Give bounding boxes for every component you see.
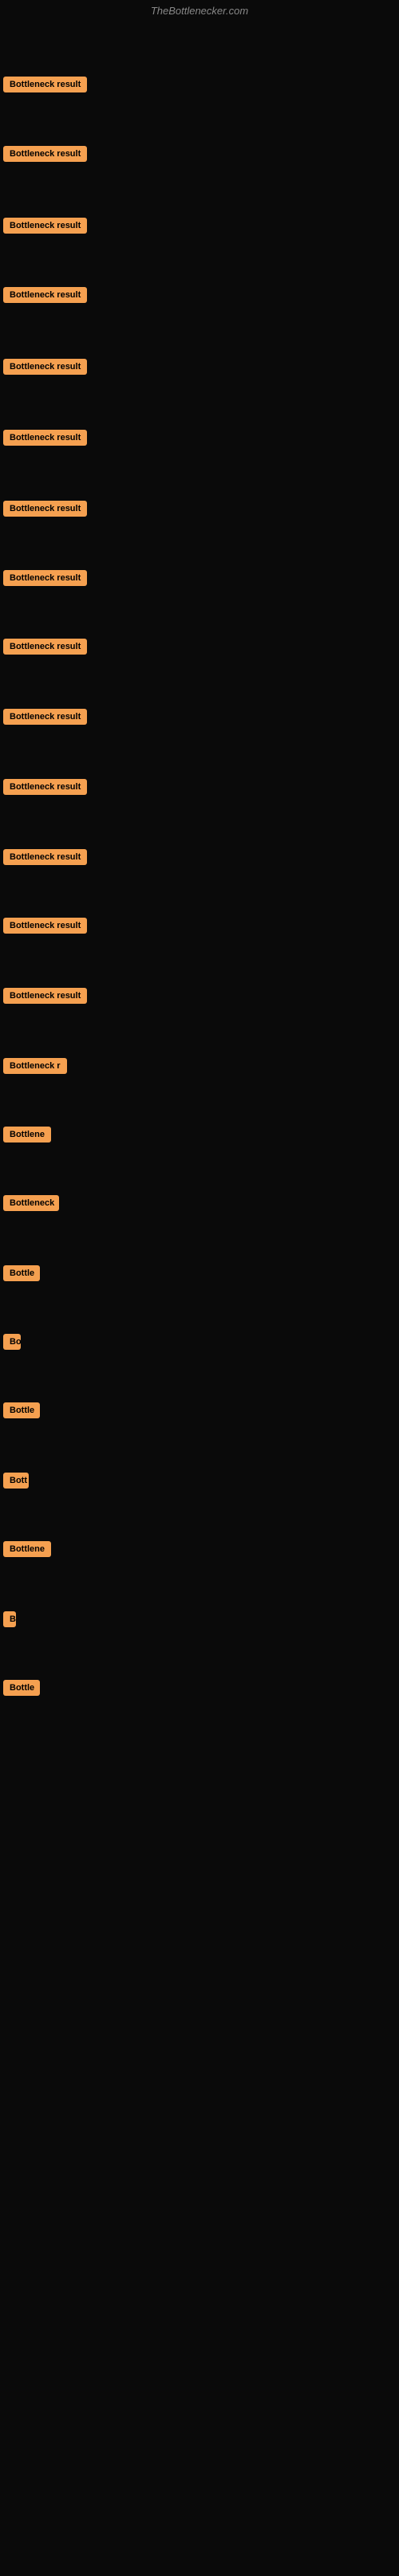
bottleneck-badge-4[interactable]: Bottleneck result bbox=[3, 287, 87, 303]
bottleneck-badge-6[interactable]: Bottleneck result bbox=[3, 430, 87, 446]
site-title: TheBottlenecker.com bbox=[0, 0, 399, 25]
bottleneck-item-11: Bottleneck result bbox=[3, 773, 87, 812]
bottleneck-badge-17[interactable]: Bottleneck bbox=[3, 1195, 59, 1211]
bottleneck-badge-16[interactable]: Bottlene bbox=[3, 1127, 51, 1142]
bottleneck-item-24: Bottle bbox=[3, 1673, 40, 1713]
bottleneck-badge-20[interactable]: Bottle bbox=[3, 1402, 40, 1418]
bottleneck-item-19: Bo bbox=[3, 1327, 21, 1367]
bottleneck-item-17: Bottleneck bbox=[3, 1189, 59, 1228]
bottleneck-item-5: Bottleneck result bbox=[3, 352, 87, 391]
bottleneck-badge-7[interactable]: Bottleneck result bbox=[3, 501, 87, 517]
bottleneck-badge-15[interactable]: Bottleneck r bbox=[3, 1058, 67, 1074]
bottleneck-item-14: Bottleneck result bbox=[3, 981, 87, 1021]
bottleneck-badge-1[interactable]: Bottleneck result bbox=[3, 77, 87, 92]
bottleneck-item-6: Bottleneck result bbox=[3, 423, 87, 462]
bottleneck-item-18: Bottle bbox=[3, 1259, 40, 1298]
bottleneck-badge-14[interactable]: Bottleneck result bbox=[3, 988, 87, 1004]
bottleneck-badge-9[interactable]: Bottleneck result bbox=[3, 639, 87, 655]
bottleneck-badge-19[interactable]: Bo bbox=[3, 1334, 21, 1350]
bottleneck-badge-13[interactable]: Bottleneck result bbox=[3, 918, 87, 934]
bottleneck-badge-24[interactable]: Bottle bbox=[3, 1680, 40, 1696]
bottleneck-badge-3[interactable]: Bottleneck result bbox=[3, 218, 87, 234]
bottleneck-badge-8[interactable]: Bottleneck result bbox=[3, 570, 87, 586]
bottleneck-item-2: Bottleneck result bbox=[3, 140, 87, 179]
bottleneck-badge-23[interactable]: B bbox=[3, 1611, 16, 1627]
bottleneck-item-1: Bottleneck result bbox=[3, 70, 87, 109]
bottleneck-item-16: Bottlene bbox=[3, 1120, 51, 1159]
items-container: Bottleneck result Bottleneck result Bottle… bbox=[0, 25, 399, 2576]
bottleneck-item-7: Bottleneck result bbox=[3, 494, 87, 533]
bottleneck-item-22: Bottlene bbox=[3, 1535, 51, 1574]
bottleneck-item-15: Bottleneck r bbox=[3, 1052, 67, 1091]
bottleneck-badge-22[interactable]: Bottlene bbox=[3, 1541, 51, 1557]
bottleneck-badge-18[interactable]: Bottle bbox=[3, 1265, 40, 1281]
bottleneck-badge-11[interactable]: Bottleneck result bbox=[3, 779, 87, 795]
bottleneck-item-4: Bottleneck result bbox=[3, 281, 87, 320]
bottleneck-item-12: Bottleneck result bbox=[3, 843, 87, 882]
bottleneck-item-10: Bottleneck result bbox=[3, 702, 87, 741]
bottleneck-item-23: B bbox=[3, 1605, 16, 1644]
bottleneck-badge-10[interactable]: Bottleneck result bbox=[3, 709, 87, 725]
bottleneck-item-8: Bottleneck result bbox=[3, 564, 87, 603]
bottleneck-item-20: Bottle bbox=[3, 1396, 40, 1435]
bottleneck-badge-5[interactable]: Bottleneck result bbox=[3, 359, 87, 375]
bottleneck-item-13: Bottleneck result bbox=[3, 911, 87, 950]
bottleneck-badge-2[interactable]: Bottleneck result bbox=[3, 146, 87, 162]
bottleneck-badge-12[interactable]: Bottleneck result bbox=[3, 849, 87, 865]
bottleneck-badge-21[interactable]: Bott bbox=[3, 1473, 29, 1489]
bottleneck-item-3: Bottleneck result bbox=[3, 211, 87, 250]
bottleneck-item-9: Bottleneck result bbox=[3, 632, 87, 671]
bottleneck-item-21: Bott bbox=[3, 1466, 29, 1505]
